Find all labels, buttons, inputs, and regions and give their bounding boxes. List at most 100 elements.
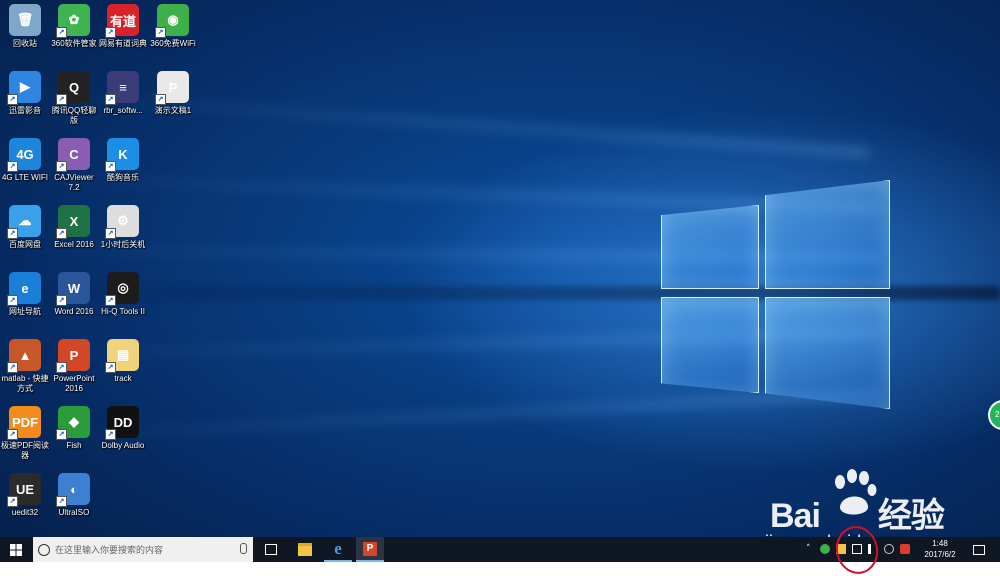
powerpoint-taskbar-button[interactable]: P [356,537,384,562]
desktop-icon-label: PowerPoint 2016 [53,374,95,393]
windows-logo-pane [661,297,759,393]
shortcut-arrow-icon: ↗ [105,27,116,38]
taskbar-clock[interactable]: 1:48 2017/6/2 [916,538,964,560]
software-manager-icon: ✿ ↗ [56,4,90,38]
desktop-icon-label: 回收站 [13,39,37,48]
tray-app-icon[interactable] [884,544,894,554]
desktop-icon[interactable]: ☁ ↗ 百度网盘 [0,205,50,250]
desktop-icon[interactable]: ◐ ↗ UltraISO [49,473,99,518]
shortcut-arrow-icon: ↗ [7,161,18,172]
ie-taskbar-button[interactable]: e [324,537,352,562]
recycle-bin-icon: 🗑 [9,4,41,36]
shortcut-arrow-icon: ↗ [7,496,18,507]
desktop-icon-label: Word 2016 [54,307,94,316]
shortcut-arrow-icon: ↗ [105,362,116,373]
desktop-icon-label: Excel 2016 [54,240,94,249]
desktop-icon-label: CAJViewer 7.2 [54,173,94,192]
shortcut-arrow-icon: ↗ [56,161,67,172]
desktop-icon-label: Dolby Audio [101,441,145,450]
windows-logo-pane [661,205,759,289]
desktop-icon-label: Hi-Q Tools II [101,307,145,316]
desktop-icon[interactable]: e ↗ 网址导航 [0,272,50,317]
windows-start-icon [10,543,22,556]
ie-browser-icon: e ↗ [7,272,41,306]
wifi-icon: ◉ ↗ [155,4,189,38]
action-center-button[interactable] [966,537,992,562]
shortcut-arrow-icon: ↗ [56,228,67,239]
desktop-icon[interactable]: Q ↗ 腾讯QQ轻聊版 [49,71,99,126]
desktop-icon-label: 演示文稿1 [154,106,192,115]
desktop-icon-label: 网址导航 [9,307,41,316]
desktop-icon[interactable]: P ↗ 演示文稿1 [148,71,198,116]
shortcut-arrow-icon: ↗ [7,362,18,373]
presentation-file-icon: P ↗ [155,71,189,105]
ultraiso-icon: ◐ ↗ [56,473,90,507]
desktop-icon[interactable]: X ↗ Excel 2016 [49,205,99,250]
desktop-icon[interactable]: ⚙ ↗ 1小时后关机 [98,205,148,250]
desktop-icon[interactable]: ▲ ↗ matlab - 快捷方式 [0,339,50,394]
shortcut-arrow-icon: ↗ [56,362,67,373]
ie-icon: e [334,538,342,558]
shortcut-arrow-icon: ↗ [7,295,18,306]
shortcut-arrow-icon: ↗ [155,94,166,105]
hiq-tools-icon: ◎ ↗ [105,272,139,306]
desktop-icon[interactable]: ◆ ↗ Fish [49,406,99,451]
qq-icon: Q ↗ [56,71,90,105]
desktop-icon[interactable]: DD ↗ Dolby Audio [98,406,148,451]
desktop-icon[interactable]: ▤ ↗ track [98,339,148,384]
desktop-icon[interactable]: P ↗ PowerPoint 2016 [49,339,99,394]
desktop-icon[interactable]: ◉ ↗ 360免费WiFi [148,4,198,49]
desktop-icon-label: 网易有道词典 [99,39,147,48]
desktop-icon[interactable]: PDF ↗ 极速PDF阅读器 [0,406,50,461]
shortcut-arrow-icon: ↗ [7,228,18,239]
task-view-button[interactable] [258,537,284,562]
desktop-icon[interactable]: ◎ ↗ Hi-Q Tools II [98,272,148,317]
folder-icon [298,543,312,556]
desktop: 🗑 回收站 ✿ ↗ 360软件管家 有道 ↗ 网易有道词典 ◉ ↗ 360免费WiFi ▶ ↗ 迅雷影音 Q… [0,0,1000,576]
desktop-icon[interactable]: C ↗ CAJViewer 7.2 [49,138,99,193]
desktop-icon[interactable]: 🗑 回收站 [0,4,50,49]
desktop-icon[interactable]: UE ↗ uedit32 [0,473,50,518]
shortcut-arrow-icon: ↗ [56,295,67,306]
desktop-icon-label: uedit32 [11,508,39,517]
desktop-icon[interactable]: K ↗ 酷狗音乐 [98,138,148,183]
desktop-icon-label: 360软件管家 [51,39,97,48]
desktop-icon-label: 1小时后关机 [100,240,146,249]
powerpoint-icon: P ↗ [56,339,90,373]
task-view-icon [265,544,277,555]
folder-icon: ▤ ↗ [105,339,139,373]
dictionary-icon: 有道 ↗ [105,4,139,38]
desktop-icon[interactable]: 有道 ↗ 网易有道词典 [98,4,148,49]
matlab-icon: ▲ ↗ [7,339,41,373]
desktop-icon-label: track [114,374,132,383]
shortcut-arrow-icon: ↗ [56,496,67,507]
ultraedit-icon: UE ↗ [7,473,41,507]
show-hidden-icons-chevron[interactable]: ˄ [806,544,816,554]
speed-ball-widget[interactable]: 29 [988,400,1000,430]
desktop-icon[interactable]: ≡ ↗ rbr_softw... [98,71,148,116]
clock-date: 2017/6/2 [924,550,956,559]
baidu-paw-logo [835,469,877,515]
tray-app-icon[interactable] [820,544,830,554]
microphone-icon[interactable] [240,543,247,554]
windows-logo-pane [765,297,890,409]
fish-icon: ◆ ↗ [56,406,90,440]
lte-wifi-icon: 4G ↗ [7,138,41,172]
shortcut-arrow-icon: ↗ [105,295,116,306]
shortcut-arrow-icon: ↗ [155,27,166,38]
shortcut-arrow-icon: ↗ [7,429,18,440]
word-icon: W ↗ [56,272,90,306]
desktop-icon[interactable]: ▶ ↗ 迅雷影音 [0,71,50,116]
desktop-icon-label: 酷狗音乐 [107,173,139,182]
desktop-icon[interactable]: W ↗ Word 2016 [49,272,99,317]
taskbar-search-box[interactable]: 在这里输入你要搜索的内容 [33,537,253,562]
desktop-icon[interactable]: 4G ↗ 4G LTE WIFI [0,138,50,183]
desktop-icon[interactable]: ✿ ↗ 360软件管家 [49,4,99,49]
shortcut-arrow-icon: ↗ [105,161,116,172]
watermark-brand-text: Bai [770,497,821,535]
start-button[interactable] [0,537,32,562]
file-explorer-button[interactable] [292,537,318,562]
pdf-reader-icon: PDF ↗ [7,406,41,440]
tray-app-icon[interactable] [900,544,910,554]
kugou-music-icon: K ↗ [105,138,139,172]
